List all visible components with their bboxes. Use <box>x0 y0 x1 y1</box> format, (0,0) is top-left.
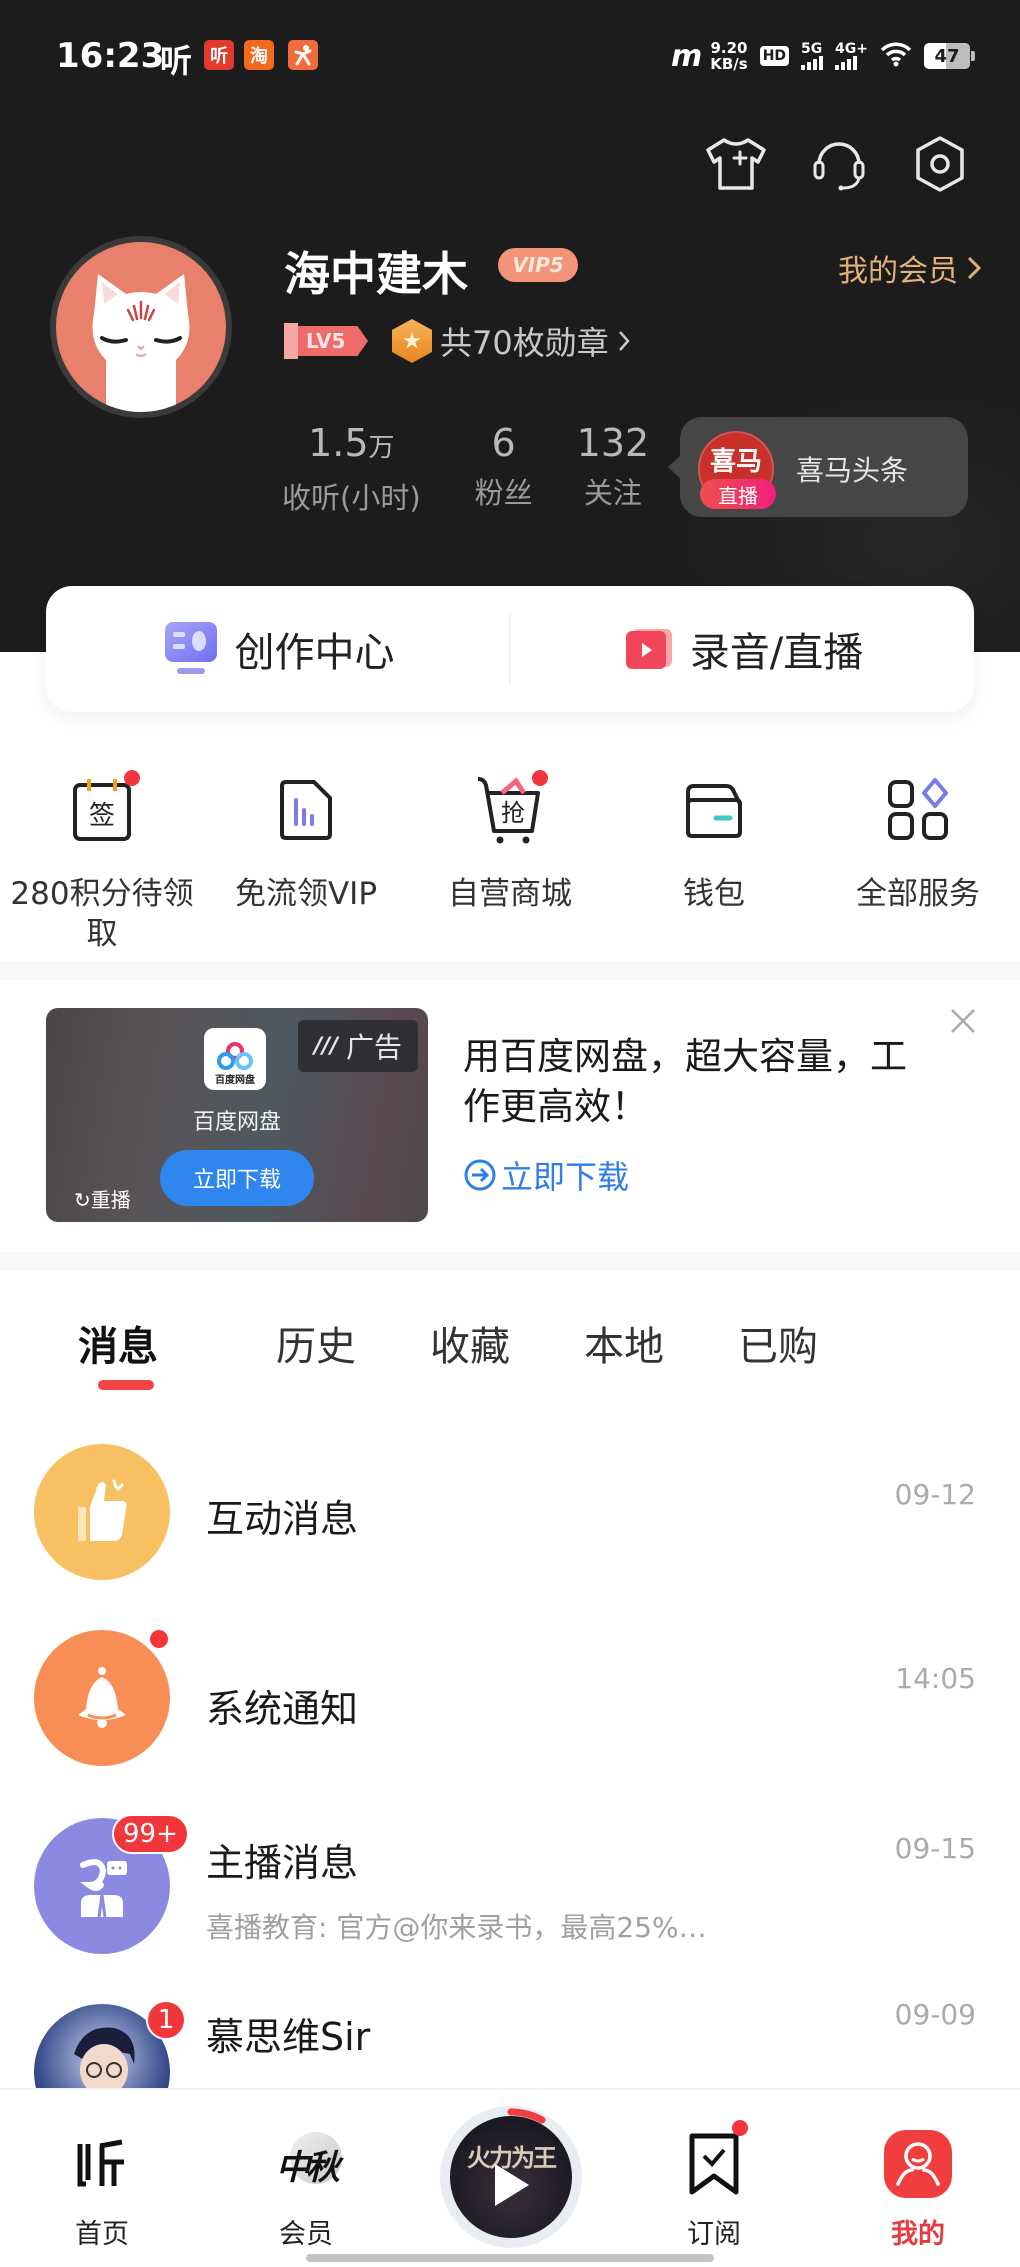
signal-4g-icon: 4G+ <box>835 42 868 70</box>
sign-in-calendar-icon: 签 <box>73 779 131 841</box>
ad-cta-link[interactable]: 立即下载 <box>463 1152 629 1198</box>
shopping-cart-icon: 抢 <box>477 777 540 844</box>
message-item[interactable]: 系统通知 14:05 <box>0 1630 1020 1780</box>
status-indicators: m 9.20 KB/s HD 5G 4G+ 47 <box>670 36 975 76</box>
ad-replay-button[interactable]: ↻重播 <box>74 1184 131 1213</box>
hd-voice-icon: HD <box>759 46 790 66</box>
unread-dot <box>150 1630 168 1648</box>
service-free-vip[interactable]: 免流领VIP <box>204 770 408 954</box>
play-icon[interactable] <box>489 2160 533 2210</box>
medal-star-icon: ★ <box>392 319 432 363</box>
all-services-icon <box>888 778 948 840</box>
thumbs-up-icon <box>34 1444 170 1580</box>
subscribe-bookmark-icon <box>674 2120 754 2204</box>
tab-favorites[interactable]: 收藏 <box>430 1314 584 1372</box>
signal-5g-icon: 5G <box>801 42 824 70</box>
nav-member[interactable]: 中秋 会员 <box>246 2124 366 2251</box>
tab-purchased[interactable]: 已购 <box>738 1314 892 1372</box>
active-tab-indicator <box>98 1380 154 1390</box>
unread-count-badge: 1 <box>146 2000 186 2040</box>
stat-listen-hours[interactable]: 1.5万 收听(小时) <box>282 420 421 517</box>
ad-video[interactable]: 百度网盘 百度网盘 /// 广告 立即下载 ↻重播 <box>46 1008 428 1222</box>
chevron-right-icon <box>618 331 630 351</box>
ad-close-icon[interactable] <box>946 1004 980 1038</box>
svg-text:抢: 抢 <box>501 799 525 827</box>
fitness-app-icon <box>288 40 318 70</box>
status-bar: 16:23 听 听 淘 m 9.20 KB/s HD 5G 4G+ 47 <box>0 0 1020 110</box>
user-level-badge[interactable]: LV5 <box>284 323 368 359</box>
vip-level-badge[interactable]: VIP5 <box>498 248 578 282</box>
profile-stats: 1.5万 收听(小时) 6 粉丝 132 关注 <box>282 420 703 517</box>
service-all[interactable]: 全部服务 <box>816 770 1020 954</box>
profile-icon <box>878 2124 958 2204</box>
user-avatar[interactable] <box>50 236 232 418</box>
notification-glyph: 听 <box>160 42 193 80</box>
tab-local[interactable]: 本地 <box>584 1314 738 1372</box>
notification-dot <box>124 770 140 786</box>
svg-text:签: 签 <box>89 801 115 831</box>
wallet-icon <box>686 784 742 838</box>
home-indicator[interactable] <box>306 2254 714 2262</box>
headset-icon[interactable] <box>803 128 875 200</box>
nav-subscribe[interactable]: 订阅 <box>654 2120 774 2251</box>
status-time: 16:23 <box>56 36 165 76</box>
message-item[interactable]: 互动消息 09-12 <box>0 1444 1020 1594</box>
sim-card-icon <box>280 780 332 840</box>
nav-profile[interactable]: 我的 <box>858 2124 978 2251</box>
content-tabs: 消息 历史 收藏 本地 已购 <box>78 1314 892 1390</box>
bell-icon <box>34 1630 170 1766</box>
notification-dot <box>532 770 548 786</box>
mini-player[interactable]: 火力为王 <box>440 2106 582 2248</box>
section-divider <box>0 962 1020 980</box>
ad-label: /// 广告 <box>298 1020 418 1072</box>
video-play-icon <box>625 629 672 669</box>
battery-indicator: 47 <box>924 43 975 69</box>
unread-count-badge: 99+ <box>112 1814 189 1854</box>
ximalaya-app-icon: 听 <box>204 40 234 70</box>
settings-icon[interactable] <box>904 128 976 200</box>
message-item[interactable]: 99+ 主播消息 喜播教育: 官方@你来录书，最高25%… 09-15 <box>0 1814 1020 1978</box>
taobao-app-icon: 淘 <box>244 40 274 70</box>
ad-brand-icon: /// <box>313 1033 339 1059</box>
album-cover: 火力为王 <box>450 2116 572 2238</box>
creation-monitor-icon <box>164 622 217 674</box>
replay-icon: ↻ <box>74 1188 91 1212</box>
chevron-right-icon <box>967 256 982 280</box>
home-listen-icon <box>62 2124 142 2204</box>
live-headline-popup[interactable]: 喜马 直播 喜马头条 <box>668 417 968 517</box>
medals-link[interactable]: ★ 共70枚勋章 <box>392 318 631 364</box>
network-speed: 9.20 KB/s <box>710 39 748 73</box>
stat-followers[interactable]: 6 粉丝 <box>475 420 533 517</box>
nav-home[interactable]: 首页 <box>42 2124 162 2251</box>
quick-services: 签 280积分待领取 免流领VIP 抢 自营商城 钱包 全部服务 <box>0 770 1020 954</box>
ad-download-button[interactable]: 立即下载 <box>160 1150 314 1206</box>
tab-history[interactable]: 历史 <box>276 1314 430 1372</box>
ad-app-name: 百度网盘 <box>192 1110 281 1135</box>
service-wallet[interactable]: 钱包 <box>612 770 816 954</box>
baidu-netdisk-app-icon: 百度网盘 <box>204 1028 266 1090</box>
notification-dot <box>732 2120 748 2136</box>
mid-autumn-member-icon: 中秋 <box>266 2124 346 2204</box>
cat-avatar-image <box>56 242 226 412</box>
ad-title[interactable]: 用百度网盘，超大容量，工作更高效！ <box>463 1032 943 1132</box>
live-tag: 直播 <box>700 479 776 509</box>
section-divider <box>0 1252 1020 1270</box>
live-channel-name: 喜马头条 <box>796 454 909 487</box>
creator-card: 创作中心 录音/直播 <box>46 586 974 712</box>
arrow-circle-right-icon <box>464 1159 496 1191</box>
wifi-icon <box>880 41 912 71</box>
stat-following[interactable]: 132 关注 <box>577 420 650 517</box>
record-live-button[interactable]: 录音/直播 <box>511 586 974 712</box>
tshirt-icon[interactable] <box>700 128 772 200</box>
tab-messages[interactable]: 消息 <box>78 1314 276 1390</box>
username[interactable]: 海中建木 <box>284 238 468 304</box>
my-membership-link[interactable]: 我的会员 <box>838 246 982 290</box>
creation-center-button[interactable]: 创作中心 <box>46 586 509 712</box>
carrier-logo-icon: m <box>670 38 702 74</box>
service-mall[interactable]: 抢 自营商城 <box>408 770 612 954</box>
service-points[interactable]: 签 280积分待领取 <box>0 770 204 954</box>
